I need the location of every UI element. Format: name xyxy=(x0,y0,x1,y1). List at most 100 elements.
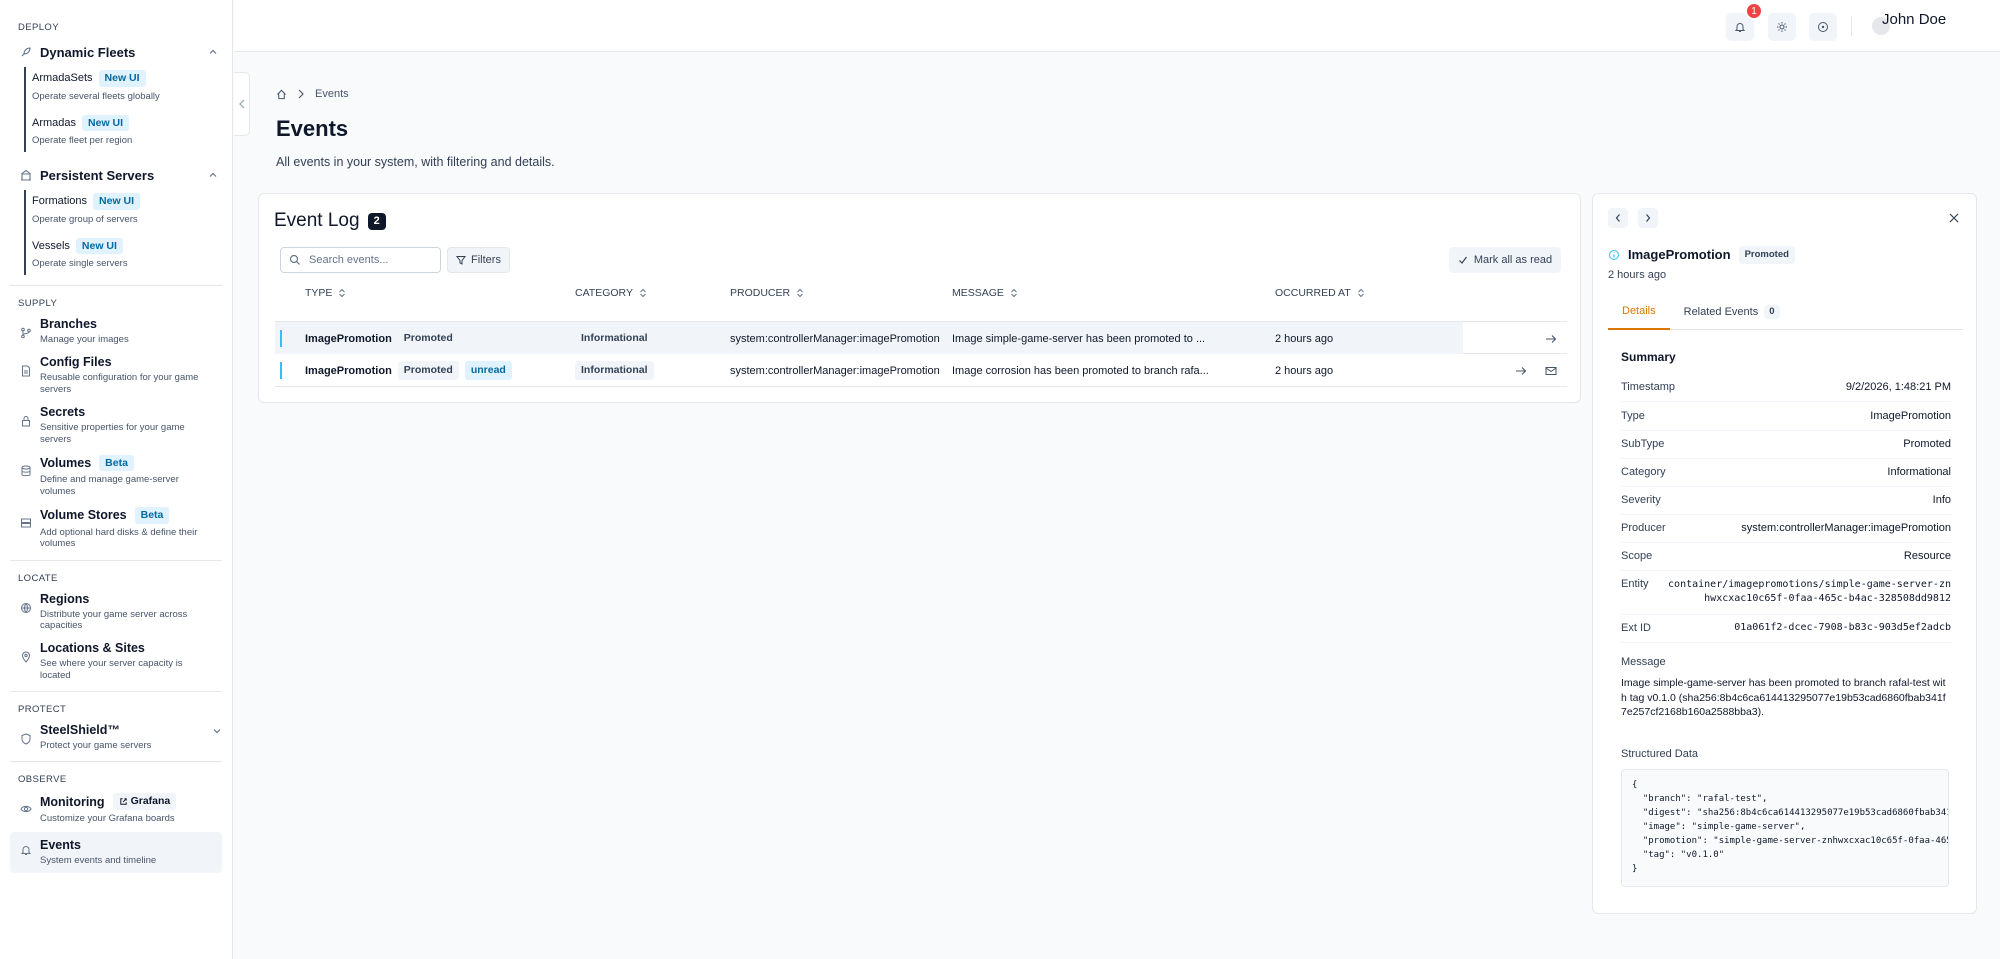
search-input[interactable]: Search events... xyxy=(280,247,441,273)
mark-read-label: Mark all as read xyxy=(1473,254,1553,266)
field-value: Informational xyxy=(1887,466,1951,478)
persistent-servers-subitems: Formations New UI Operate group of server… xyxy=(24,190,232,275)
field-value: Resource xyxy=(1903,550,1951,562)
mark-all-read-button[interactable]: Mark all as read xyxy=(1449,247,1561,273)
field-scope: Scope Resource xyxy=(1621,550,1951,571)
item-description: Customize your Grafana boards xyxy=(40,812,175,824)
sidebar-item-locations-sites[interactable]: Locations & Sites See where your server c… xyxy=(0,641,232,681)
map-pin-icon xyxy=(20,651,32,664)
sidebar-item-branches[interactable]: Branches Manage your images xyxy=(0,317,232,345)
item-label: Volumes xyxy=(40,456,92,471)
structured-data-label: Structured Data xyxy=(1621,748,1699,760)
field-key: Scope xyxy=(1621,550,1653,562)
group-label: Persistent Servers xyxy=(40,167,155,183)
item-description: Protect your game servers xyxy=(40,740,152,752)
item-description: Operate group of servers xyxy=(32,213,138,225)
sidebar-item-formations[interactable]: Formations New UI Operate group of server… xyxy=(32,190,232,231)
item-description: Add optional hard disks & define their v… xyxy=(40,526,198,550)
next-event-button[interactable] xyxy=(1638,208,1658,228)
eye-icon xyxy=(20,803,32,815)
column-header-producer[interactable]: PRODUCER xyxy=(730,287,804,299)
related-count-badge: 0 xyxy=(1764,305,1780,319)
row-subtype-tag: Promoted xyxy=(403,332,453,345)
column-header-category[interactable]: CATEGORY xyxy=(575,287,647,299)
row-producer: system:controllerManager:imagePromotion xyxy=(730,364,940,377)
mark-read-mail-icon[interactable] xyxy=(1545,354,1557,387)
sidebar-item-regions[interactable]: Regions Distribute your game server acros… xyxy=(0,592,232,632)
item-label: Regions xyxy=(40,591,90,606)
bell-icon xyxy=(1734,23,1746,32)
sidebar-item-secrets[interactable]: Secrets Sensitive properties for your gam… xyxy=(0,405,232,445)
row-producer: system:controllerManager:imagePromotion xyxy=(730,332,940,345)
field-key: Entity xyxy=(1621,578,1649,590)
table-row[interactable]: ImagePromotion Promoted Informational sys… xyxy=(275,321,1567,354)
badge-label: Grafana xyxy=(130,795,171,808)
divider xyxy=(1851,16,1852,36)
chevron-down-icon[interactable] xyxy=(212,726,222,736)
sidebar-item-steelshield[interactable]: SteelShield™ Protect your game servers xyxy=(0,723,232,751)
lock-icon xyxy=(20,415,32,427)
detail-subtype-badge: Promoted xyxy=(1738,246,1795,264)
shield-icon xyxy=(20,733,32,745)
field-key: Timestamp xyxy=(1621,381,1675,393)
header-label: PRODUCER xyxy=(730,287,791,299)
sidebar-item-volume-stores[interactable]: Volume Stores Beta Add optional hard disks… xyxy=(0,507,232,549)
column-header-type[interactable]: TYPE xyxy=(305,287,346,299)
message-text: Image simple-game-server has been promot… xyxy=(1621,677,1946,718)
column-header-message[interactable]: MESSAGE xyxy=(952,287,1018,299)
table-row[interactable]: ImagePromotion Promoted unread Information… xyxy=(275,354,1567,387)
field-producer: Producer system:controllerManager:imagePr… xyxy=(1621,522,1951,543)
theme-toggle-button[interactable] xyxy=(1768,13,1796,41)
help-circle-icon xyxy=(1818,22,1828,32)
row-category-tag: Informational xyxy=(575,329,654,348)
chevron-up-icon[interactable] xyxy=(208,170,218,180)
divider xyxy=(10,559,222,561)
sidebar-item-volumes[interactable]: Volumes Beta Define and manage game-server… xyxy=(0,454,232,497)
tab-related-events[interactable]: Related Events 0 xyxy=(1670,294,1794,330)
close-icon[interactable] xyxy=(1948,212,1960,224)
new-ui-badge: New UI xyxy=(93,193,141,210)
section-heading-observe: OBSERVE xyxy=(18,774,67,786)
field-subtype: SubType Promoted xyxy=(1621,438,1951,459)
filters-button[interactable]: Filters xyxy=(447,247,510,273)
open-event-arrow-icon[interactable] xyxy=(1515,354,1527,387)
open-event-arrow-icon[interactable] xyxy=(1545,322,1557,355)
sidebar-item-monitoring[interactable]: Monitoring Grafana Customize your Grafana … xyxy=(0,793,232,824)
row-indicator xyxy=(280,330,282,347)
field-value: system:controllerManager:imagePromotion xyxy=(1741,522,1951,534)
breadcrumb-current: Events xyxy=(315,88,349,100)
row-type: ImagePromotion xyxy=(305,332,392,345)
help-button[interactable] xyxy=(1809,13,1837,41)
chevron-up-icon[interactable] xyxy=(208,47,218,57)
item-description: Operate single servers xyxy=(32,258,128,269)
home-icon[interactable] xyxy=(276,89,287,100)
sidebar-item-armadas[interactable]: Armadas New UI Operate fleet per region xyxy=(32,112,232,153)
sidebar: DEPLOY Dynamic Fleets ArmadaSets New UI O… xyxy=(0,0,233,959)
info-icon xyxy=(1608,249,1620,261)
grafana-link-badge[interactable]: Grafana xyxy=(112,793,177,810)
sidebar-item-vessels[interactable]: Vessels New UI Operate single servers xyxy=(32,235,232,276)
row-message: Image simple-game-server has been promot… xyxy=(952,332,1206,345)
previous-event-button[interactable] xyxy=(1608,208,1628,228)
sidebar-item-armadasets[interactable]: ArmadaSets New UI Operate several fleets … xyxy=(32,67,232,108)
sidebar-item-config-files[interactable]: Config Files Reusable configuration for y… xyxy=(0,355,232,395)
group-persistent-servers[interactable]: Persistent Servers xyxy=(0,164,232,186)
item-label: Volume Stores xyxy=(40,508,127,523)
filter-icon xyxy=(456,256,467,265)
field-value: 01a061f2-dcec-7908-b83c-903d5ef2adcb xyxy=(1734,622,1951,633)
file-icon xyxy=(20,365,32,377)
column-header-occurred-at[interactable]: OCCURRED AT xyxy=(1275,287,1365,299)
item-label: SteelShield™ xyxy=(40,723,120,738)
sort-icon xyxy=(640,288,646,298)
sidebar-item-events[interactable]: Events System events and timeline xyxy=(10,832,222,873)
tab-label: Details xyxy=(1622,305,1656,317)
item-label: Branches xyxy=(40,317,97,331)
user-name[interactable]: John Doe xyxy=(1882,11,1946,28)
field-value: Info xyxy=(1932,494,1951,506)
section-heading-supply: SUPPLY xyxy=(18,298,58,309)
header-label: MESSAGE xyxy=(952,287,1004,299)
collapse-sidebar-button[interactable] xyxy=(234,72,250,136)
header-label: OCCURRED AT xyxy=(1275,287,1351,299)
tab-details[interactable]: Details xyxy=(1608,294,1670,330)
group-dynamic-fleets[interactable]: Dynamic Fleets xyxy=(0,41,232,63)
